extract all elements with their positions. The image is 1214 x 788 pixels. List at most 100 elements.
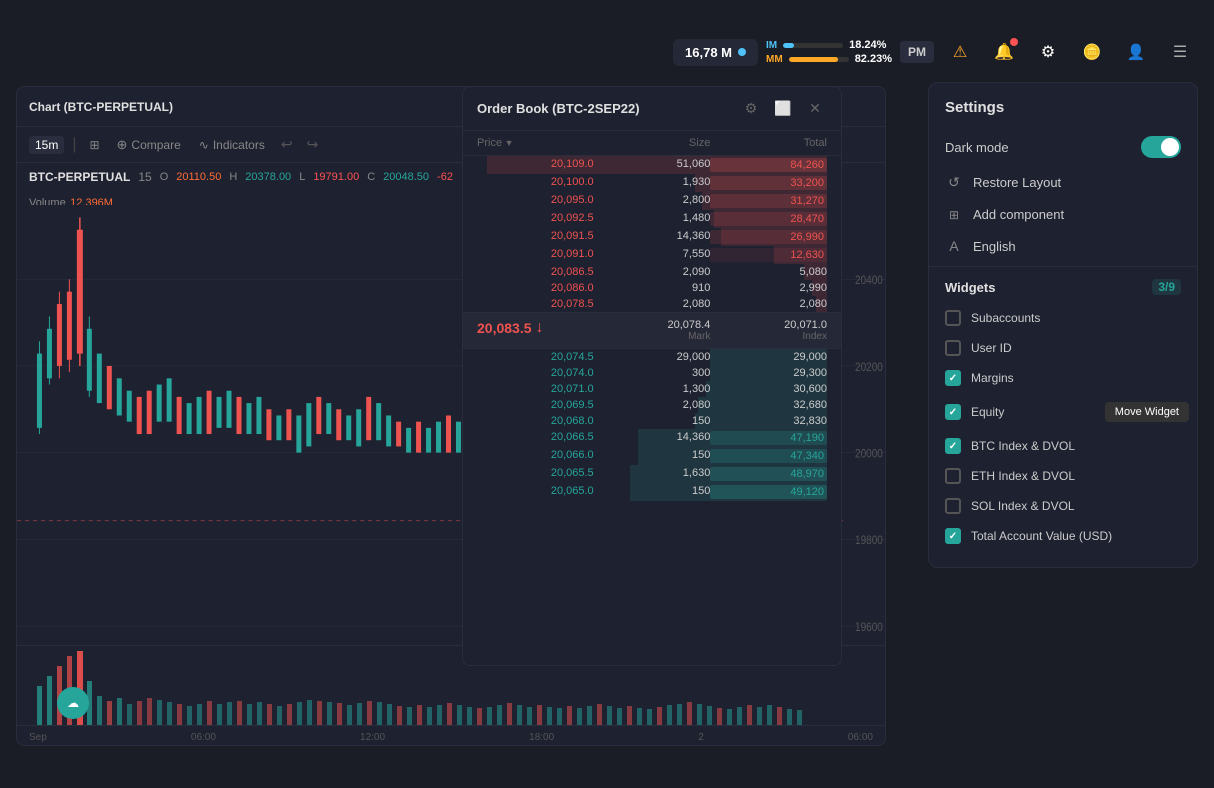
compare-btn[interactable]: ⊕ Compare xyxy=(111,135,187,155)
widgets-count: 3/9 xyxy=(1152,279,1181,295)
sell-total-1: 84,260 xyxy=(710,158,827,172)
widget-eth-dvol-left: ETH Index & DVOL xyxy=(945,468,1075,484)
time-label-1200: 12:00 xyxy=(360,732,385,743)
chart-type-icon[interactable]: ⊞ xyxy=(85,135,105,155)
ob-buy-row-5: 20,068.0 150 32,830 xyxy=(463,413,841,429)
undo-btn[interactable]: ↩ xyxy=(277,134,297,155)
ob-mid-price: 20,083.5 ↓ xyxy=(477,319,594,337)
balance-display: 16,78 M xyxy=(673,39,758,66)
widget-eth-dvol[interactable]: ETH Index & DVOL xyxy=(929,461,1197,491)
wallet-icon-btn[interactable]: 🪙 xyxy=(1074,34,1110,70)
sell-total-8: 2,990 xyxy=(710,282,827,294)
l-label: L xyxy=(299,171,305,183)
wallet-icon: 🪙 xyxy=(1083,43,1102,61)
ob-buy-row-7: 20,066.0 150 47,340 xyxy=(463,447,841,465)
widget-sol-dvol-label: SOL Index & DVOL xyxy=(971,499,1075,513)
sell-size-2: 1,930 xyxy=(594,176,711,190)
widget-subaccounts-label: Subaccounts xyxy=(971,311,1040,325)
im-pct: 18.24% xyxy=(849,39,886,51)
sell-size-3: 2,800 xyxy=(594,194,711,208)
widget-userid-left: User ID xyxy=(945,340,1012,356)
widget-btc-dvol-left: BTC Index & DVOL xyxy=(945,438,1075,454)
sell-total-9: 2,080 xyxy=(710,298,827,310)
ob-mid-row: 20,083.5 ↓ 20,078.4 Mark 20,071.0 Index xyxy=(463,312,841,349)
h-val: 20378.00 xyxy=(245,171,291,183)
ob-header-icons: ⚙ ⬜ ✕ xyxy=(739,97,827,121)
widget-userid[interactable]: User ID xyxy=(929,333,1197,363)
dark-mode-toggle[interactable] xyxy=(1141,136,1181,158)
warning-icon-btn[interactable]: ⚠ xyxy=(942,34,978,70)
widget-margins[interactable]: Margins xyxy=(929,363,1197,393)
mm-progress-fill xyxy=(789,57,838,62)
ob-settings-icon[interactable]: ⚙ xyxy=(739,97,763,121)
ob-mark-val: 20,078.4 xyxy=(594,319,711,331)
buy-size-4: 2,080 xyxy=(594,399,711,411)
move-widget-icon[interactable]: ⊹ xyxy=(1157,400,1181,424)
widget-margins-left: Margins xyxy=(945,370,1014,386)
ob-index-val: 20,071.0 xyxy=(710,319,827,331)
gear-icon-btn[interactable]: ⚙ xyxy=(1030,34,1066,70)
widget-eth-dvol-label: ETH Index & DVOL xyxy=(971,469,1075,483)
language-label: A English xyxy=(945,238,1016,254)
timeframe-15m[interactable]: 15m xyxy=(29,136,64,154)
checkbox-equity[interactable] xyxy=(945,404,961,420)
widget-equity[interactable]: Equity ⊹ Move Widget xyxy=(929,393,1197,431)
ob-sell-row-6: 20,091.0 7,550 12,630 xyxy=(463,246,841,264)
compare-label: Compare xyxy=(131,138,180,152)
sell-size-4: 1,480 xyxy=(594,212,711,226)
ob-buy-row-6: 20,066.5 14,360 47,190 xyxy=(463,429,841,447)
ob-index-block: 20,071.0 Index xyxy=(710,319,827,342)
widgets-title: Widgets xyxy=(945,280,995,295)
c-val: 20048.50 xyxy=(383,171,429,183)
bell-icon-btn[interactable]: 🔔 xyxy=(986,34,1022,70)
mm-pct: 82.23% xyxy=(855,53,892,65)
add-component-text: Add component xyxy=(973,207,1064,222)
checkbox-subaccounts[interactable] xyxy=(945,310,961,326)
dark-mode-row[interactable]: Dark mode xyxy=(929,128,1197,166)
user-icon-btn[interactable]: 👤 xyxy=(1118,34,1154,70)
buy-total-2: 29,300 xyxy=(710,367,827,379)
buy-total-7: 47,340 xyxy=(710,449,827,463)
chart-time-axis: Sep 06:00 12:00 18:00 2 06:00 xyxy=(17,725,885,746)
ob-buy-rows: 20,074.5 29,000 29,000 20,074.0 300 29,3… xyxy=(463,349,841,501)
ob-close-icon[interactable]: ✕ xyxy=(803,97,827,121)
widget-btc-dvol[interactable]: BTC Index & DVOL xyxy=(929,431,1197,461)
balance-value: 16,78 M xyxy=(685,45,732,60)
mid-price-val: 20,083.5 xyxy=(477,320,532,336)
ob-mark-block: 20,078.4 Mark xyxy=(594,319,711,342)
restore-layout-row[interactable]: ↺ Restore Layout xyxy=(929,166,1197,199)
chart-overlay-cloud-icon[interactable]: ☁ xyxy=(57,687,89,719)
balance-dot xyxy=(738,48,746,56)
ob-expand-icon[interactable]: ⬜ xyxy=(771,97,795,121)
chart-title: Chart (BTC-PERPETUAL) xyxy=(29,100,173,114)
checkbox-total-account[interactable] xyxy=(945,528,961,544)
buy-price-8: 20,065.5 xyxy=(477,467,594,481)
buy-price-4: 20,069.5 xyxy=(477,399,594,411)
buy-total-6: 47,190 xyxy=(710,431,827,445)
widget-equity-left: Equity xyxy=(945,404,1004,420)
plus-icon: ⊕ xyxy=(117,137,128,153)
widget-total-account[interactable]: Total Account Value (USD) xyxy=(929,521,1197,551)
buy-size-3: 1,300 xyxy=(594,383,711,395)
checkbox-margins[interactable] xyxy=(945,370,961,386)
sell-size-7: 2,090 xyxy=(594,266,711,278)
widget-equity-label: Equity xyxy=(971,405,1004,419)
buy-price-6: 20,066.5 xyxy=(477,431,594,445)
checkbox-userid[interactable] xyxy=(945,340,961,356)
indicators-btn[interactable]: ∿ Indicators xyxy=(193,136,271,154)
widget-sol-dvol-left: SOL Index & DVOL xyxy=(945,498,1075,514)
checkbox-btc-dvol[interactable] xyxy=(945,438,961,454)
menu-icon-btn[interactable]: ☰ xyxy=(1162,34,1198,70)
widget-sol-dvol[interactable]: SOL Index & DVOL xyxy=(929,491,1197,521)
widget-total-account-label: Total Account Value (USD) xyxy=(971,529,1112,543)
checkbox-sol-dvol[interactable] xyxy=(945,498,961,514)
checkbox-eth-dvol[interactable] xyxy=(945,468,961,484)
ob-columns: Price Size Total xyxy=(463,131,841,156)
buy-size-8: 1,630 xyxy=(594,467,711,481)
buy-size-6: 14,360 xyxy=(594,431,711,445)
language-row[interactable]: A English xyxy=(929,230,1197,262)
widget-subaccounts[interactable]: Subaccounts xyxy=(929,303,1197,333)
redo-btn[interactable]: ↪ xyxy=(303,134,323,155)
add-component-row[interactable]: ⊞ Add component xyxy=(929,199,1197,230)
restore-icon: ↺ xyxy=(945,174,963,191)
